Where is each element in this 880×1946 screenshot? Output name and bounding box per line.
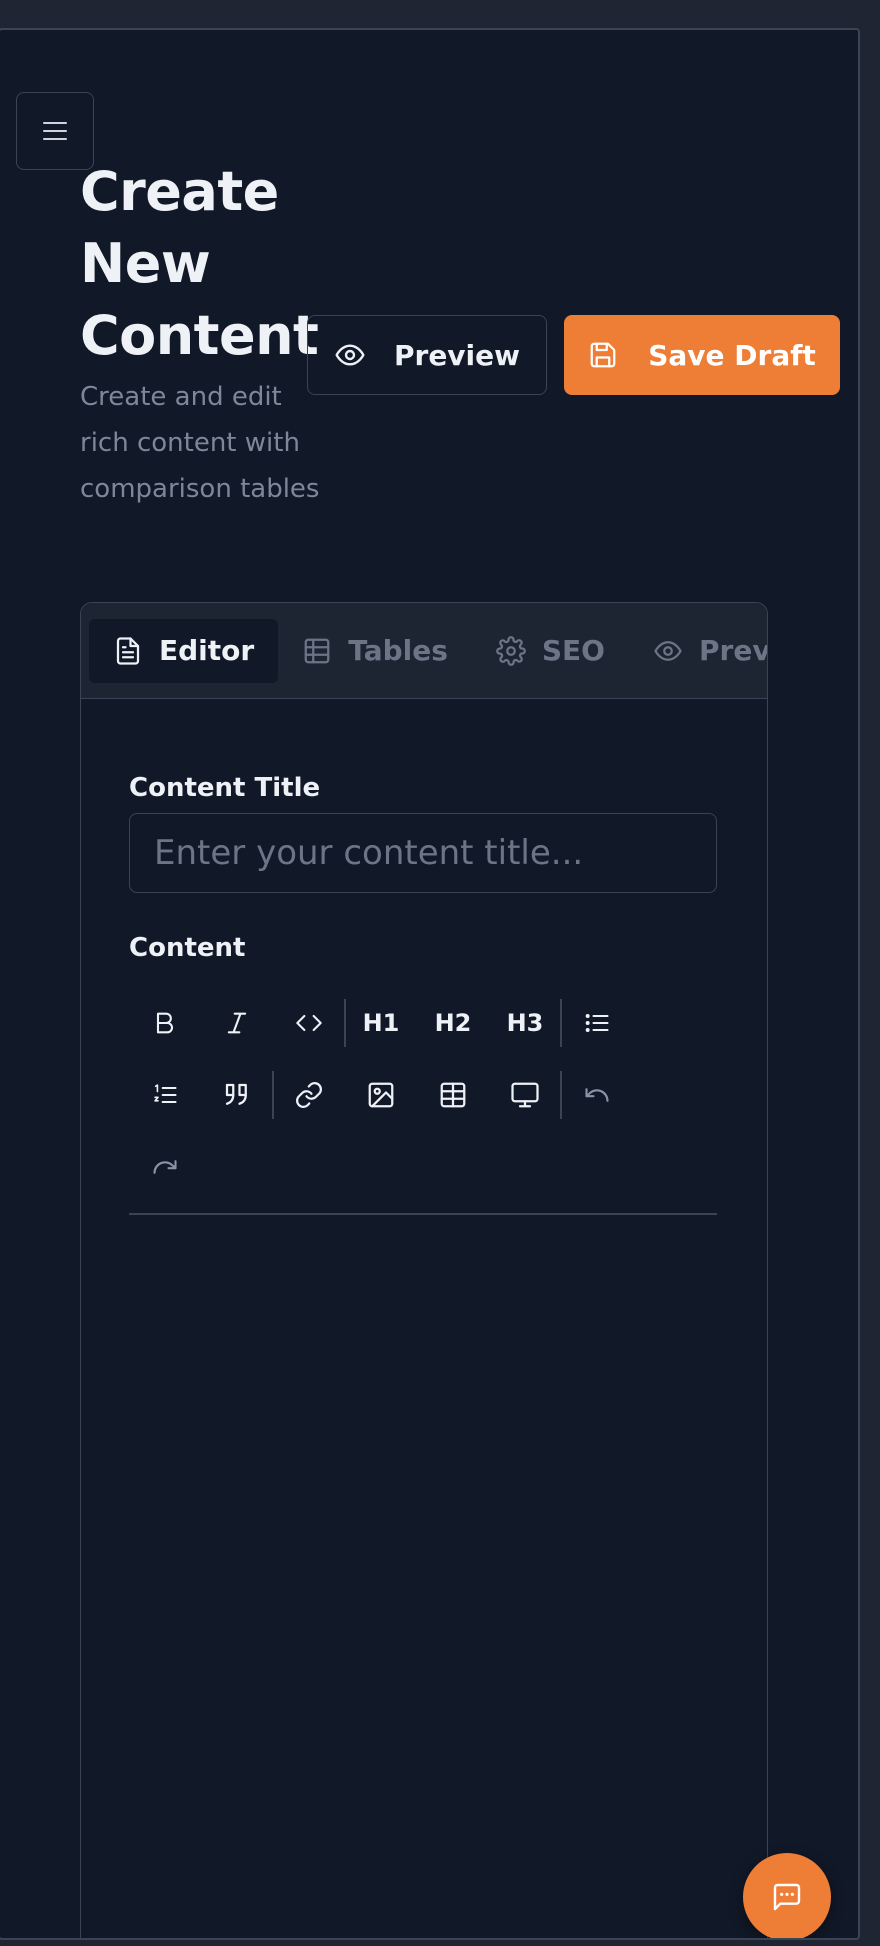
redo-button[interactable] <box>129 1131 201 1203</box>
heading-1-icon: H1 <box>362 1009 400 1037</box>
image-button[interactable] <box>345 1059 417 1131</box>
embed-button[interactable] <box>489 1059 561 1131</box>
preview-button[interactable]: Preview <box>307 315 547 395</box>
bold-icon <box>151 1009 179 1037</box>
bullet-list-icon <box>582 1009 612 1037</box>
table-icon <box>302 636 332 666</box>
italic-button[interactable] <box>201 987 273 1059</box>
image-icon <box>366 1080 396 1110</box>
heading-2-icon: H2 <box>434 1009 472 1037</box>
save-draft-button[interactable]: Save Draft <box>564 315 840 395</box>
eye-icon <box>653 636 683 666</box>
link-icon <box>294 1080 324 1110</box>
undo-button[interactable] <box>561 1059 633 1131</box>
bullet-list-button[interactable] <box>561 987 633 1059</box>
toolbar-divider-line <box>129 1213 717 1215</box>
heading-3-button[interactable]: H3 <box>489 987 561 1059</box>
chat-icon <box>771 1881 803 1913</box>
eye-icon <box>334 339 366 371</box>
content-title-label: Content Title <box>129 773 321 803</box>
tab-seo[interactable]: SEO <box>472 619 629 683</box>
monitor-icon <box>510 1080 540 1110</box>
insert-table-button[interactable] <box>417 1059 489 1131</box>
tab-preview-label: Preview <box>699 634 767 667</box>
numbered-list-button[interactable] <box>129 1059 201 1131</box>
save-icon <box>588 340 618 370</box>
tab-bar: Editor Tables SEO Preview <box>81 603 767 699</box>
content-title-input[interactable] <box>129 813 717 893</box>
hamburger-icon <box>42 120 68 142</box>
file-text-icon <box>113 636 143 666</box>
redo-icon <box>151 1153 179 1181</box>
undo-icon <box>583 1081 611 1109</box>
table-icon <box>438 1080 468 1110</box>
heading-3-icon: H3 <box>506 1009 544 1037</box>
tab-tables-label: Tables <box>348 634 448 667</box>
tab-editor-label: Editor <box>159 634 255 667</box>
italic-icon <box>223 1009 251 1037</box>
numbered-list-icon <box>150 1081 180 1109</box>
tab-preview[interactable]: Preview <box>629 619 767 683</box>
gear-icon <box>496 635 526 666</box>
save-draft-label: Save Draft <box>648 338 816 372</box>
page-title: Create New Content <box>80 160 319 367</box>
chat-fab-button[interactable] <box>743 1853 831 1938</box>
preview-button-label: Preview <box>393 338 521 372</box>
heading-2-button[interactable]: H2 <box>417 987 489 1059</box>
tab-seo-label: SEO <box>541 634 605 667</box>
formatting-toolbar: H1 H2 H3 <box>129 987 717 1203</box>
page-subtitle: Create and edit rich content with compar… <box>80 382 320 504</box>
content-editor-area[interactable] <box>129 1217 717 1938</box>
bold-button[interactable] <box>129 987 201 1059</box>
heading-1-button[interactable]: H1 <box>345 987 417 1059</box>
tab-tables[interactable]: Tables <box>278 619 472 683</box>
code-button[interactable] <box>273 987 345 1059</box>
code-icon <box>293 1009 325 1037</box>
quote-button[interactable] <box>201 1059 273 1131</box>
link-button[interactable] <box>273 1059 345 1131</box>
tab-editor[interactable]: Editor <box>89 618 279 683</box>
editor-card: Editor Tables SEO Preview Cont <box>80 602 768 1938</box>
quote-icon <box>222 1080 252 1110</box>
app-frame: Create New Content Create and edit rich … <box>0 28 860 1940</box>
content-label: Content <box>129 933 246 963</box>
